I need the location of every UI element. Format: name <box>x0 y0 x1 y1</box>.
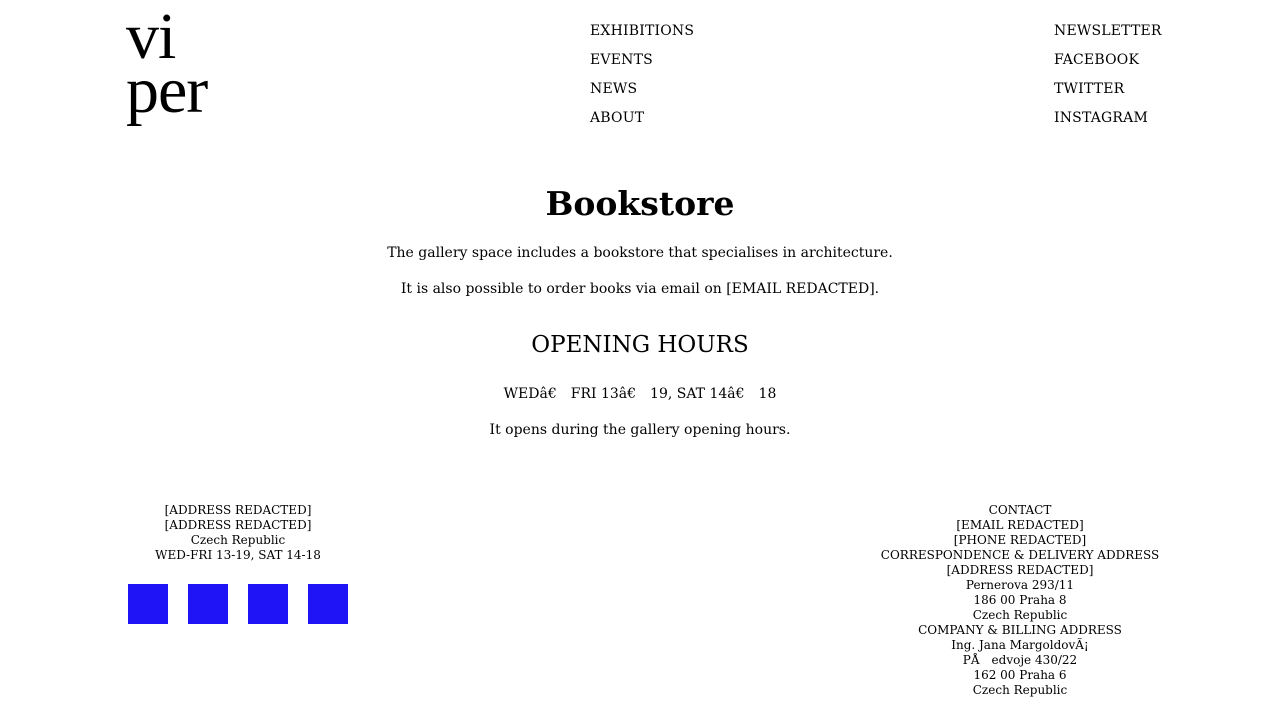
nav-about-link[interactable]: ABOUT <box>590 104 694 133</box>
address-hours: WED-FRI 13-19, SAT 14-18 <box>155 548 321 562</box>
contact-line: 186 00 Praha 8 <box>973 593 1067 607</box>
social-square-icon[interactable] <box>308 584 348 624</box>
nav-facebook-link[interactable]: FACEBOOK <box>1054 46 1162 75</box>
billing-heading: COMPANY & BILLING ADDRESS <box>918 623 1122 637</box>
address-line: [ADDRESS REDACTED] <box>164 518 312 532</box>
social-icons <box>128 584 348 624</box>
nav-newsletter-link[interactable]: NEWSLETTER <box>1054 17 1162 46</box>
social-square-icon[interactable] <box>248 584 288 624</box>
page-title: Bookstore <box>545 184 735 223</box>
page: vi per EXHIBITIONS EVENTS NEWS ABOUT NEW… <box>0 0 1280 720</box>
contact-phone: [PHONE REDACTED] <box>953 533 1087 547</box>
address-block: [ADDRESS REDACTED] [ADDRESS REDACTED] Cz… <box>128 503 348 563</box>
nav-instagram-link[interactable]: INSTAGRAM <box>1054 104 1162 133</box>
social-square-icon[interactable] <box>128 584 168 624</box>
contact-line: [ADDRESS REDACTED] <box>946 563 1094 577</box>
main-content: Bookstore The gallery space includes a b… <box>0 181 1280 440</box>
opening-hours-note: It opens during the gallery opening hour… <box>489 422 791 438</box>
nav-news-link[interactable]: NEWS <box>590 75 694 104</box>
site-logo[interactable]: vi per <box>126 4 208 127</box>
contact-heading: CONTACT <box>988 503 1052 517</box>
contact-line: Ing. Jana MargoldovÃ¡ <box>951 638 1089 652</box>
contact-email-link[interactable]: [EMAIL REDACTED] <box>880 518 1160 533</box>
contact-line: 162 00 Praha 6 <box>973 668 1067 682</box>
intro-paragraph: The gallery space includes a bookstore t… <box>387 245 893 261</box>
contact-line: Czech Republic <box>972 608 1068 622</box>
order-paragraph: It is also possible to order books via e… <box>400 281 880 297</box>
logo-line-2: per <box>126 54 208 127</box>
address-country: Czech Republic <box>190 533 286 547</box>
footer-address: [ADDRESS REDACTED] [ADDRESS REDACTED] Cz… <box>128 503 348 624</box>
social-square-icon[interactable] <box>188 584 228 624</box>
correspondence-heading: CORRESPONDENCE & DELIVERY ADDRESS <box>880 548 1160 562</box>
opening-hours-text: WEDâ€ FRI 13â€ 19, SAT 14â€ 18 <box>503 386 777 402</box>
opening-hours-heading: OPENING HOURS <box>531 332 749 358</box>
social-nav: NEWSLETTER FACEBOOK TWITTER INSTAGRAM <box>1054 17 1162 133</box>
nav-events-link[interactable]: EVENTS <box>590 46 694 75</box>
contact-line: PÅ edvoje 430/22 <box>962 653 1078 667</box>
main-nav: EXHIBITIONS EVENTS NEWS ABOUT <box>590 17 694 133</box>
contact-line: Czech Republic <box>972 683 1068 697</box>
nav-twitter-link[interactable]: TWITTER <box>1054 75 1162 104</box>
footer-contact: CONTACT [EMAIL REDACTED] [PHONE REDACTED… <box>880 503 1160 698</box>
contact-line: Pernerova 293/11 <box>965 578 1075 592</box>
nav-exhibitions-link[interactable]: EXHIBITIONS <box>590 17 694 46</box>
address-line: [ADDRESS REDACTED] <box>164 503 312 517</box>
